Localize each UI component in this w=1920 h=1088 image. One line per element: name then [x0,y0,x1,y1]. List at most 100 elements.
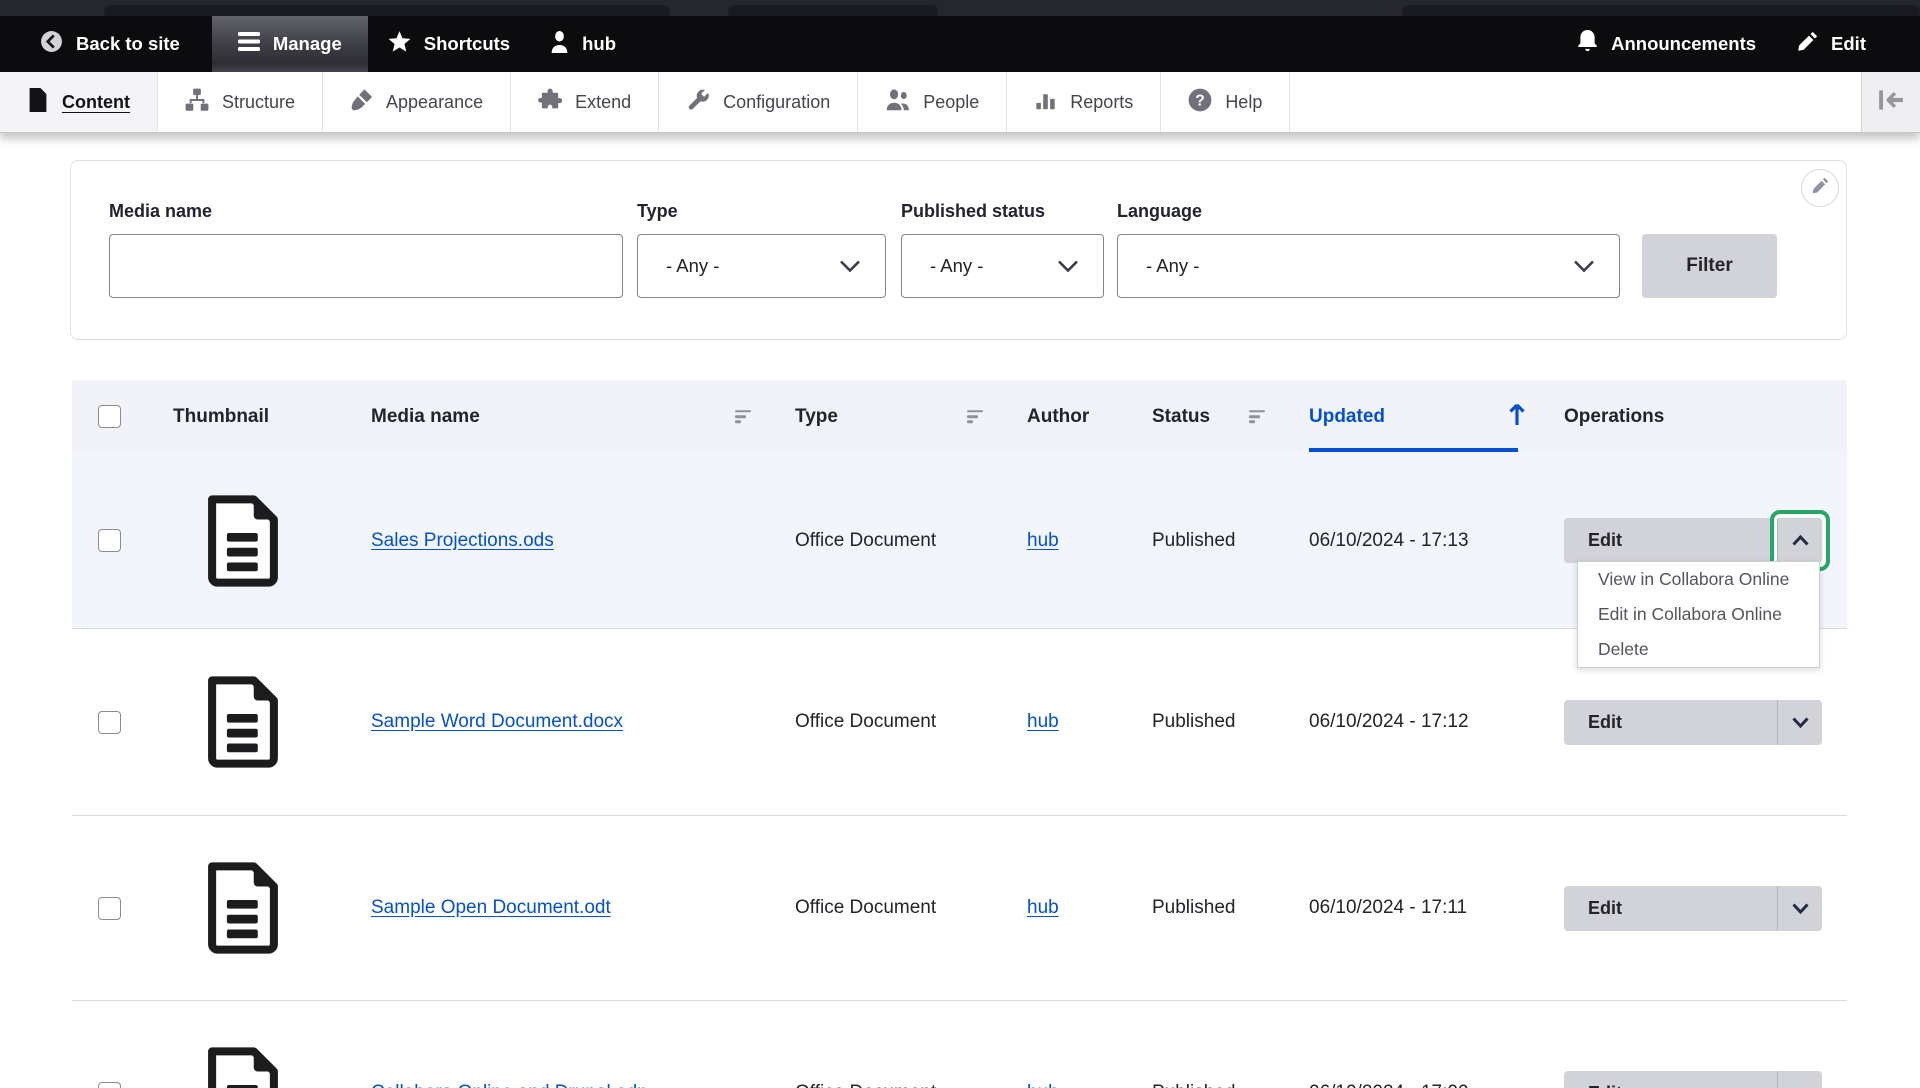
edit-button-label: Edit [1588,712,1777,733]
back-to-site-label: Back to site [76,33,180,55]
chevron-down-icon [1057,260,1079,273]
browser-tab [1402,5,1920,16]
dropdown-toggle[interactable] [1777,1071,1822,1088]
filter-media-name-group: Media name [109,201,623,298]
user-icon [550,31,569,58]
published-select-value: - Any - [930,255,983,277]
header-updated-sorted[interactable]: Updated [1309,380,1564,453]
menu-item-edit-collabora[interactable]: Edit in Collabora Online [1578,597,1819,632]
tab-extend-label: Extend [575,92,631,113]
user-label: hub [582,33,616,55]
author-link[interactable]: hub [1027,1082,1059,1088]
edit-dropdown-button[interactable]: Edit [1564,518,1822,563]
row-checkbox[interactable] [98,711,121,734]
media-name-label: Media name [109,201,623,222]
puzzle-icon [538,88,562,117]
published-status-label: Published status [901,201,1104,222]
header-type[interactable]: Type [795,380,1027,453]
table-header-row: Thumbnail Media name Type Author Status … [72,380,1847,453]
author-link[interactable]: hub [1027,897,1059,919]
media-name-input[interactable] [109,234,623,298]
paintbrush-icon [350,88,373,117]
wrench-icon [686,88,710,117]
type-select-value: - Any - [666,255,719,277]
tab-structure[interactable]: Structure [158,72,323,132]
contextual-pencil-icon [1811,177,1829,200]
media-name-link[interactable]: Sample Word Document.docx [371,711,623,733]
edit-mode-button[interactable]: Edit [1776,16,1886,72]
sort-icon [735,410,751,423]
edit-dropdown-button[interactable]: Edit [1564,886,1822,931]
select-all-checkbox[interactable] [98,405,121,428]
chevron-up-icon [1792,535,1809,546]
tab-people-label: People [923,92,979,113]
dropdown-toggle[interactable] [1777,700,1822,745]
row-checkbox[interactable] [98,897,121,920]
tab-appearance[interactable]: Appearance [323,72,511,132]
chevron-down-icon [1573,260,1595,273]
operations-cell: Edit [1564,816,1847,1000]
dropdown-toggle[interactable] [1777,886,1822,931]
tab-reports[interactable]: Reports [1007,72,1161,132]
edit-mode-label: Edit [1831,33,1866,55]
tab-people[interactable]: People [858,72,1007,132]
shortcuts-button[interactable]: Shortcuts [368,16,530,72]
filter-panel: Media name Type - Any - Published status… [70,160,1847,340]
language-select[interactable]: - Any - [1117,234,1620,298]
updated-cell: 06/10/2024 - 17:13 [1309,453,1564,628]
edit-button-label: Edit [1588,898,1777,919]
updated-cell: 06/10/2024 - 17:11 [1309,816,1564,1000]
edit-dropdown-button[interactable]: Edit [1564,1071,1822,1088]
manage-button[interactable]: Manage [212,16,368,72]
collapse-icon [1878,89,1904,116]
sitemap-icon [185,88,209,117]
chevron-down-icon [1792,903,1809,914]
bar-chart-icon [1034,88,1057,117]
status-cell: Published [1152,1001,1309,1088]
admin-tab-bar: Content Structure Appearance Extend Conf… [0,72,1920,132]
published-status-select[interactable]: - Any - [901,234,1104,298]
tab-help-label: Help [1225,92,1262,113]
table-row: Sample Open Document.odt Office Document… [72,816,1847,1001]
media-name-link[interactable]: Collabora Online and Drupal.odp [371,1082,648,1088]
tab-configuration[interactable]: Configuration [659,72,858,132]
browser-tab [728,5,938,16]
contextual-edit-button[interactable] [1801,169,1839,207]
announcements-button[interactable]: Announcements [1557,16,1776,72]
row-checkbox[interactable] [98,1082,121,1088]
type-cell: Office Document [795,1001,1027,1088]
user-button[interactable]: hub [530,16,636,72]
type-select[interactable]: - Any - [637,234,886,298]
header-status[interactable]: Status [1152,380,1309,453]
svg-text:?: ? [1196,92,1206,109]
status-cell: Published [1152,453,1309,628]
tab-content[interactable]: Content [0,72,158,132]
type-label: Type [637,201,886,222]
header-media-name[interactable]: Media name [371,380,795,453]
tab-help[interactable]: ? Help [1161,72,1290,132]
type-cell: Office Document [795,816,1027,1000]
filter-submit-button[interactable]: Filter [1642,234,1777,298]
menu-item-view-collabora[interactable]: View in Collabora Online [1578,562,1819,597]
edit-dropdown-button[interactable]: Edit [1564,700,1822,745]
document-thumbnail-icon [200,494,286,588]
menu-item-delete[interactable]: Delete [1578,632,1819,667]
filter-published-group: Published status - Any - [901,201,1104,298]
media-name-link[interactable]: Sales Projections.ods [371,530,554,552]
tab-extend[interactable]: Extend [511,72,659,132]
filter-language-group: Language - Any - [1117,201,1620,298]
filter-type-group: Type - Any - [637,201,886,298]
dropdown-toggle[interactable] [1777,518,1822,563]
sort-icon [1249,410,1265,423]
edit-button-label: Edit [1588,530,1777,551]
table-row: Sales Projections.ods Office Document hu… [72,453,1847,629]
sort-ascending-arrow-icon [1506,401,1528,433]
author-link[interactable]: hub [1027,711,1059,733]
back-icon [40,30,63,58]
row-checkbox[interactable] [98,529,121,552]
header-thumbnail: Thumbnail [173,380,371,453]
media-name-link[interactable]: Sample Open Document.odt [371,897,611,919]
back-to-site-button[interactable]: Back to site [20,16,200,72]
toolbar-collapse-button[interactable] [1861,72,1920,132]
author-link[interactable]: hub [1027,530,1059,552]
